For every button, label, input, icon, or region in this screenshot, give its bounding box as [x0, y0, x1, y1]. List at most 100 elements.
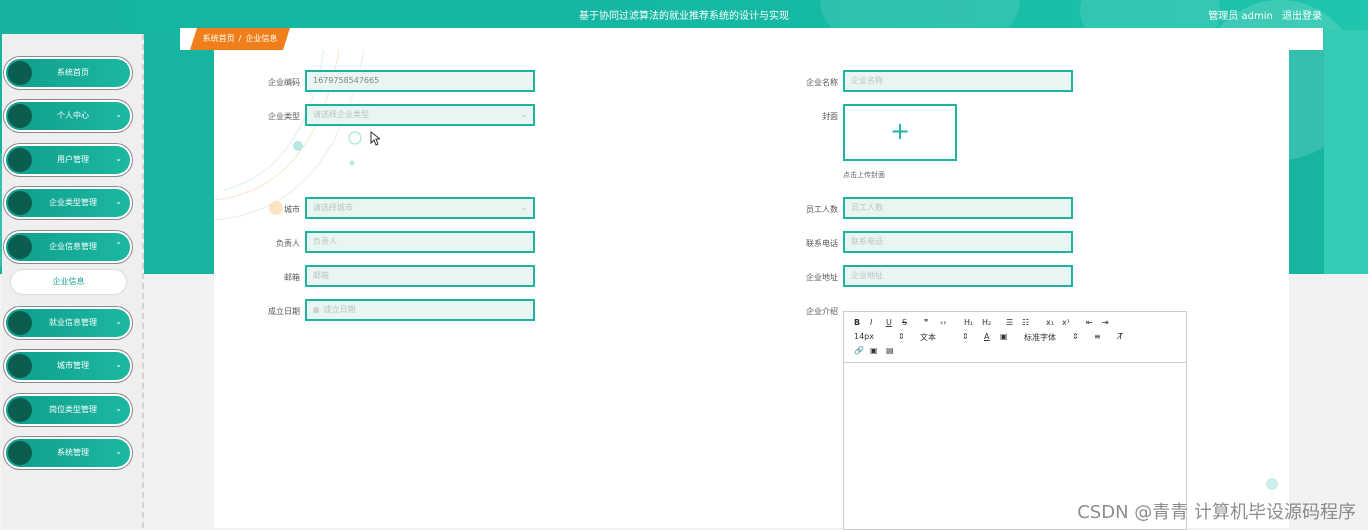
font-color-icon[interactable]: A	[984, 332, 989, 341]
subscript-button[interactable]: x₁	[1046, 318, 1054, 327]
sidebar-item-job-type-management[interactable]: 岗位类型管理 ⌄	[6, 396, 130, 424]
sidebar-item-label: 用户管理	[57, 155, 89, 164]
city-placeholder: 请选择城市	[313, 203, 353, 212]
font-size-arrow-icon: ⇕	[898, 332, 905, 341]
label-company-code: 企业编码	[268, 78, 300, 87]
cover-upload-hint: 点击上传封面	[843, 171, 885, 179]
company-name-field[interactable]: 企业名称	[843, 70, 1073, 92]
font-family-arrow-icon: ⇕	[1072, 332, 1079, 341]
chevron-up-icon: ⌃	[115, 241, 122, 250]
label-employees: 员工人数	[806, 205, 838, 214]
sidebar-item-system-management[interactable]: 系统管理 ⌄	[6, 439, 130, 467]
align-icon[interactable]: ≡	[1094, 332, 1101, 341]
label-email: 邮箱	[284, 273, 300, 282]
phone-field[interactable]: 联系电话	[843, 231, 1073, 253]
sidebar-item-label: 系统管理	[57, 448, 89, 457]
breadcrumb-home-link[interactable]: 系统首页	[203, 34, 235, 43]
label-city: 城市	[284, 205, 300, 214]
breadcrumb: 系统首页 / 企业信息	[190, 28, 290, 50]
label-address: 企业地址	[806, 273, 838, 282]
underline-button[interactable]: U	[886, 318, 892, 327]
top-bar: 基于协同过滤算法的就业推荐系统的设计与实现 管理员 admin 退出登录	[0, 0, 1368, 30]
chevron-down-icon: ⌄	[115, 197, 122, 206]
chevron-down-icon: ⌄	[115, 404, 122, 413]
breadcrumb-separator: /	[238, 34, 242, 43]
label-phone: 联系电话	[806, 239, 838, 248]
chevron-down-icon: ⌄	[520, 110, 527, 119]
bullet-list-button[interactable]: ☷	[1022, 318, 1029, 327]
label-company-name: 企业名称	[806, 78, 838, 87]
established-date-picker[interactable]: ▦ 成立日期	[305, 299, 535, 321]
superscript-button[interactable]: x¹	[1062, 318, 1070, 327]
sidebar-subitem-label: 企业信息	[52, 277, 85, 286]
cover-upload-button[interactable]: +	[843, 104, 957, 161]
breadcrumb-current: 企业信息	[245, 34, 278, 43]
menu-dot-icon	[8, 235, 32, 259]
sidebar-item-label: 个人中心	[57, 111, 89, 120]
sidebar-item-label: 企业类型管理	[49, 198, 97, 207]
font-size-select[interactable]: 14px	[854, 332, 874, 341]
label-company-intro: 企业介绍	[806, 307, 838, 316]
clear-format-icon[interactable]: T̸	[1118, 332, 1123, 341]
link-icon[interactable]: 🔗	[854, 346, 864, 355]
italic-button[interactable]: I	[870, 318, 872, 327]
label-cover: 封面	[822, 112, 838, 121]
watermark: CSDN @青青 计算机毕设源码程序	[1077, 502, 1356, 523]
menu-dot-icon	[8, 311, 32, 335]
sidebar-item-home[interactable]: 系统首页	[6, 59, 130, 87]
address-field[interactable]: 企业地址	[843, 265, 1073, 287]
sidebar-item-city-management[interactable]: 城市管理 ⌄	[6, 352, 130, 380]
label-established-date: 成立日期	[268, 307, 300, 316]
menu-dot-icon	[8, 354, 32, 378]
sidebar-item-label: 岗位类型管理	[49, 405, 97, 414]
label-company-type: 企业类型	[268, 112, 300, 121]
calendar-icon: ▦	[313, 306, 320, 314]
code-button[interactable]: ‹›	[940, 318, 946, 327]
mouse-cursor-icon	[370, 131, 380, 146]
text-style-arrow-icon: ⇕	[962, 332, 969, 341]
sidebar-subitem-company-info[interactable]: 企业信息	[11, 270, 126, 294]
font-family-select[interactable]: 标准字体	[1024, 332, 1056, 343]
company-code-field[interactable]: 1679758547665	[305, 70, 535, 92]
bold-button[interactable]: B	[854, 318, 860, 327]
menu-dot-icon	[8, 61, 32, 85]
email-field[interactable]: 邮箱	[305, 265, 535, 287]
chevron-down-icon: ⌄	[115, 110, 122, 119]
background-color-icon[interactable]: ▣	[1000, 332, 1008, 341]
quote-button[interactable]: ❞	[924, 318, 928, 327]
ordered-list-button[interactable]: ☰	[1006, 318, 1013, 327]
strikethrough-button[interactable]: S	[902, 318, 907, 327]
sidebar-item-personal-center[interactable]: 个人中心 ⌄	[6, 102, 130, 130]
sidebar-item-company-info-management[interactable]: 企业信息管理 ⌃	[6, 233, 130, 261]
sidebar-item-label: 就业信息管理	[49, 318, 97, 327]
company-type-select[interactable]: 请选择企业类型 ⌄	[305, 104, 535, 126]
sidebar-item-user-management[interactable]: 用户管理 ⌄	[6, 146, 130, 174]
header-band-right	[1324, 30, 1368, 274]
image-icon[interactable]: ▣	[870, 346, 878, 355]
outdent-button[interactable]: ⇤	[1086, 318, 1093, 327]
employees-field[interactable]: 员工人数	[843, 197, 1073, 219]
app-title: 基于协同过滤算法的就业推荐系统的设计与实现	[579, 11, 789, 22]
city-select[interactable]: 请选择城市 ⌄	[305, 197, 535, 219]
text-style-select[interactable]: 文本	[920, 332, 936, 343]
heading1-button[interactable]: H₁	[964, 318, 973, 327]
menu-dot-icon	[8, 398, 32, 422]
chevron-down-icon: ⌄	[115, 317, 122, 326]
breadcrumb-bar: 系统首页 / 企业信息	[180, 28, 1323, 50]
sidebar-item-employment-info-management[interactable]: 就业信息管理 ⌄	[6, 309, 130, 337]
established-date-placeholder: 成立日期	[323, 305, 356, 314]
menu-dot-icon	[8, 148, 32, 172]
editor-toolbar: B I U S ❞ ‹› H₁ H₂ ☰ ☷ x₁ x¹ ⇤ ⇥ 14px ⇕ …	[844, 312, 1186, 363]
sidebar-item-company-type-management[interactable]: 企业类型管理 ⌄	[6, 189, 130, 217]
menu-dot-icon	[8, 441, 32, 465]
sidebar-item-label: 城市管理	[57, 361, 89, 370]
menu-dot-icon	[8, 104, 32, 128]
indent-button[interactable]: ⇥	[1102, 318, 1109, 327]
heading2-button[interactable]: H₂	[982, 318, 991, 327]
plus-icon: +	[889, 117, 911, 145]
menu-dot-icon	[8, 191, 32, 215]
owner-field[interactable]: 负责人	[305, 231, 535, 253]
chevron-down-icon: ⌄	[115, 154, 122, 163]
video-icon[interactable]: ▤	[886, 346, 894, 355]
sidebar-item-label: 企业信息管理	[49, 242, 97, 251]
